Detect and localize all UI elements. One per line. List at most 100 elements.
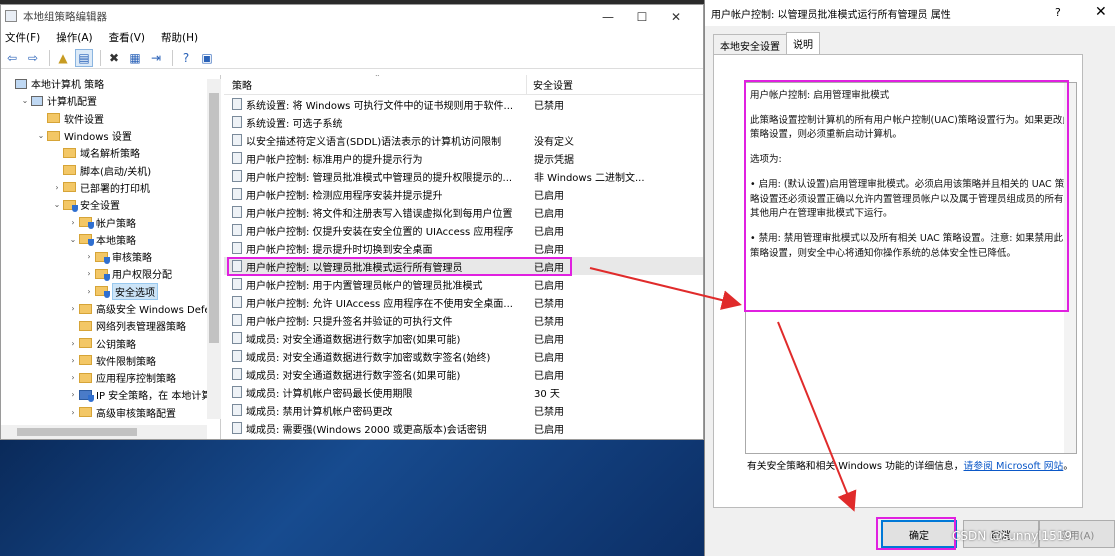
- chevron-right-icon[interactable]: ›: [67, 304, 79, 313]
- chevron-down-icon[interactable]: ⌄: [51, 200, 63, 209]
- export-list-icon[interactable]: ⇥: [147, 49, 165, 67]
- tree-item[interactable]: › 软件限制策略: [1, 352, 220, 369]
- tree-item[interactable]: 网络列表管理器策略: [1, 317, 220, 334]
- security-setting-value: 已启用: [534, 262, 564, 274]
- tab-explain[interactable]: 说明: [786, 32, 820, 56]
- forward-arrow-icon[interactable]: ⇨: [24, 49, 42, 67]
- chevron-down-icon[interactable]: ⌄: [19, 96, 31, 105]
- tree-item[interactable]: 本地计算机 策略: [1, 75, 220, 92]
- security-setting-value: 已启用: [534, 208, 564, 220]
- policy-cell: 用户帐户控制: 以管理员批准模式运行所有管理员: [224, 259, 528, 274]
- show-hide-pane-icon[interactable]: ▣: [198, 49, 216, 67]
- chevron-down-icon[interactable]: ⌄: [35, 131, 47, 140]
- close-icon[interactable]: ✕: [659, 8, 693, 26]
- up-folder-icon[interactable]: ▲: [54, 49, 72, 67]
- computer-icon: [31, 95, 43, 106]
- help-question-icon[interactable]: ?: [1055, 6, 1061, 19]
- toolbar-separator: [172, 49, 173, 66]
- policy-cell: 域成员: 禁用计算机帐户密码更改: [224, 403, 528, 418]
- tree-item[interactable]: › 安全选项: [1, 282, 220, 300]
- back-arrow-icon[interactable]: ⇦: [3, 49, 21, 67]
- policy-row[interactable]: 用户帐户控制: 以管理员批准模式运行所有管理员 已启用: [224, 257, 703, 275]
- tree-item[interactable]: › 高级安全 Windows Defen: [1, 300, 220, 317]
- show-tree-icon[interactable]: ▤: [75, 48, 93, 67]
- policy-icon: [232, 242, 242, 254]
- tree-item-label: 安全选项: [112, 282, 158, 300]
- chevron-right-icon[interactable]: ›: [83, 269, 95, 278]
- chevron-right-icon[interactable]: ›: [67, 218, 79, 227]
- menu-action[interactable]: 操作(A): [56, 30, 92, 45]
- menu-help[interactable]: 帮助(H): [161, 30, 198, 45]
- chevron-right-icon[interactable]: ›: [67, 373, 79, 382]
- tree-item[interactable]: › 已部署的打印机: [1, 179, 220, 196]
- policy-row[interactable]: 用户帐户控制: 用于内置管理员帐户的管理员批准模式 已启用: [224, 275, 703, 293]
- chevron-right-icon[interactable]: ›: [67, 390, 79, 399]
- minimize-icon[interactable]: —: [591, 8, 625, 26]
- policy-icon: [232, 404, 242, 416]
- tree-item[interactable]: ⌄ 安全设置: [1, 196, 220, 213]
- policy-row[interactable]: 用户帐户控制: 标准用户的提升提示行为 提示凭据: [224, 149, 703, 167]
- tree-item[interactable]: › 应用程序控制策略: [1, 369, 220, 386]
- security-setting-value: 已启用: [534, 352, 564, 364]
- policy-row[interactable]: 域成员: 对安全通道数据进行数字加密(如果可能) 已启用: [224, 329, 703, 347]
- policy-row[interactable]: 用户帐户控制: 提示提升时切换到安全桌面 已启用: [224, 239, 703, 257]
- tree-item[interactable]: › IP 安全策略，在 本地计算: [1, 386, 220, 403]
- policy-row[interactable]: 用户帐户控制: 允许 UIAccess 应用程序在不使用安全桌面... 已禁用: [224, 293, 703, 311]
- explain-scrollbar[interactable]: [1064, 83, 1076, 453]
- policy-row[interactable]: 用户帐户控制: 检测应用程序安装并提示提升 已启用: [224, 185, 703, 203]
- policy-row[interactable]: 域成员: 对安全通道数据进行数字加密或数字签名(始终) 已启用: [224, 347, 703, 365]
- chevron-right-icon[interactable]: ›: [67, 356, 79, 365]
- policy-row[interactable]: 用户帐户控制: 管理员批准模式中管理员的提升权限提示的... 非 Windows …: [224, 167, 703, 185]
- policy-icon: [232, 188, 242, 200]
- chevron-right-icon[interactable]: ›: [67, 408, 79, 417]
- folder-icon: [63, 165, 76, 176]
- menu-file[interactable]: 文件(F): [5, 30, 40, 45]
- policy-row[interactable]: 用户帐户控制: 仅提升安装在安全位置的 UIAccess 应用程序 已启用: [224, 221, 703, 239]
- tree-item[interactable]: ⌄ 计算机配置: [1, 92, 220, 109]
- policy-icon: [232, 386, 242, 398]
- tree-item[interactable]: › 公钥策略: [1, 334, 220, 351]
- chevron-right-icon[interactable]: ›: [83, 252, 95, 261]
- explain-textbox[interactable]: 用户帐户控制: 启用管理审批模式 此策略设置控制计算机的所有用户帐户控制(UAC…: [745, 82, 1077, 454]
- folder-icon: [79, 355, 92, 366]
- chevron-right-icon[interactable]: ›: [83, 287, 95, 296]
- tree-vertical-scrollbar[interactable]: [207, 79, 221, 419]
- policy-name: 用户帐户控制: 提示提升时切换到安全桌面: [246, 244, 433, 256]
- delete-icon[interactable]: ✖: [105, 49, 123, 67]
- policy-row[interactable]: 用户帐户控制: 只提升签名并验证的可执行文件 已禁用: [224, 311, 703, 329]
- tree-pane: 本地计算机 策略 ⌄ 计算机配置 软件设置 ⌄ Windows 设置 域名解析策略 脚本(启动…: [1, 75, 221, 439]
- menu-view[interactable]: 查看(V): [109, 30, 145, 45]
- help-icon[interactable]: ?: [177, 49, 195, 67]
- policy-row[interactable]: 系统设置: 可选子系统: [224, 113, 703, 131]
- microsoft-website-link[interactable]: 请参阅 Microsoft 网站: [964, 461, 1064, 472]
- tree-horizontal-scrollbar[interactable]: [1, 425, 207, 439]
- tree-item[interactable]: 脚本(启动/关机): [1, 161, 220, 178]
- chevron-right-icon[interactable]: ›: [51, 183, 63, 192]
- tree-item[interactable]: › 高级审核策略配置: [1, 404, 220, 421]
- chevron-down-icon[interactable]: ⌄: [67, 235, 79, 244]
- tree-item[interactable]: › 帐户策略: [1, 213, 220, 230]
- policy-row[interactable]: 用户帐户控制: 将文件和注册表写入错误虚拟化到每用户位置 已启用: [224, 203, 703, 221]
- tree-item[interactable]: › 审核策略: [1, 248, 220, 265]
- tree-item[interactable]: 域名解析策略: [1, 144, 220, 161]
- policy-cell: 域成员: 对安全通道数据进行数字签名(如果可能): [224, 367, 528, 382]
- tree-item[interactable]: ⌄ 本地策略: [1, 231, 220, 248]
- policy-row[interactable]: 域成员: 对安全通道数据进行数字签名(如果可能) 已启用: [224, 365, 703, 383]
- policy-row[interactable]: 域成员: 禁用计算机帐户密码更改 已禁用: [224, 401, 703, 419]
- policy-row[interactable]: 域成员: 需要强(Windows 2000 或更高版本)会话密钥 已启用: [224, 419, 703, 437]
- policy-row[interactable]: 域成员: 计算机帐户密码最长使用期限 30 天: [224, 383, 703, 401]
- tree-item[interactable]: ⌄ Windows 设置: [1, 127, 220, 144]
- dialog-close-icon[interactable]: ✕: [1095, 4, 1107, 20]
- chevron-right-icon[interactable]: ›: [67, 339, 79, 348]
- security-setting-value: 已启用: [534, 226, 564, 238]
- desktop-background: [0, 440, 704, 556]
- properties-icon[interactable]: ▦: [126, 49, 144, 67]
- tree-item[interactable]: › 用户权限分配: [1, 265, 220, 282]
- tree-item[interactable]: 软件设置: [1, 110, 220, 127]
- maximize-icon[interactable]: ☐: [625, 8, 659, 26]
- ok-button[interactable]: 确定: [881, 520, 957, 548]
- policy-row[interactable]: 系统设置: 将 Windows 可执行文件中的证书规则用于软件... 已禁用: [224, 95, 703, 113]
- column-setting[interactable]: 安全设置: [527, 77, 573, 92]
- policy-row[interactable]: 以安全描述符定义语言(SDDL)语法表示的计算机访问限制 没有定义: [224, 131, 703, 149]
- folder-icon: [47, 130, 60, 141]
